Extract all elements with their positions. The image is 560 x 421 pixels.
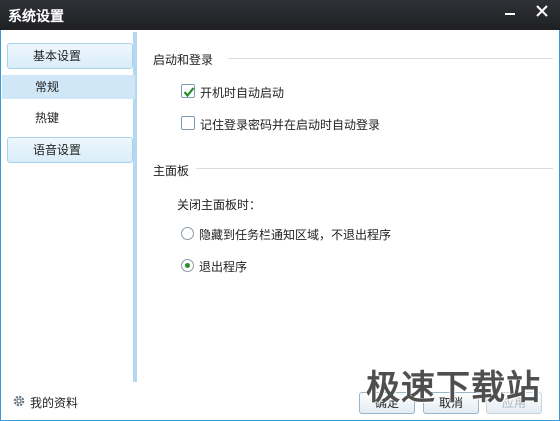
checkmark-icon	[183, 87, 195, 98]
auto-start-checkbox[interactable]	[181, 84, 195, 98]
exit-program-label[interactable]: 退出程序	[199, 258, 247, 275]
close-icon[interactable]	[528, 0, 556, 22]
hide-to-tray-label[interactable]: 隐藏到任务栏通知区域，不退出程序	[199, 226, 391, 243]
hide-to-tray-radio[interactable]	[181, 227, 194, 240]
gear-icon	[13, 395, 25, 407]
title-bar: 系统设置	[0, 0, 560, 30]
startup-section-title: 启动和登录	[153, 53, 214, 67]
sidebar-group-voice[interactable]: 语音设置	[7, 137, 133, 163]
exit-program-radio[interactable]	[181, 259, 194, 272]
window-title: 系统设置	[8, 9, 64, 25]
section-divider	[196, 168, 553, 169]
sidebar-group-basic[interactable]: 基本设置	[7, 43, 133, 69]
sidebar-item-hotkeys[interactable]: 热键	[2, 106, 135, 130]
auto-start-label[interactable]: 开机时自动启动	[200, 84, 284, 101]
remember-password-label[interactable]: 记住登录密码并在启动时自动登录	[200, 116, 380, 133]
panel-section-title: 主面板	[153, 164, 190, 178]
sidebar-item-general[interactable]: 常规	[2, 75, 135, 99]
settings-sidebar: 基本设置 常规 热键 语音设置	[2, 32, 137, 382]
watermark-text: 极速下载站	[366, 368, 541, 408]
minimize-icon[interactable]	[496, 0, 524, 22]
my-profile-label: 我的资料	[30, 396, 79, 410]
close-panel-question: 关闭主面板时：	[177, 198, 262, 212]
remember-password-checkbox[interactable]	[181, 116, 195, 130]
section-divider	[228, 58, 553, 59]
